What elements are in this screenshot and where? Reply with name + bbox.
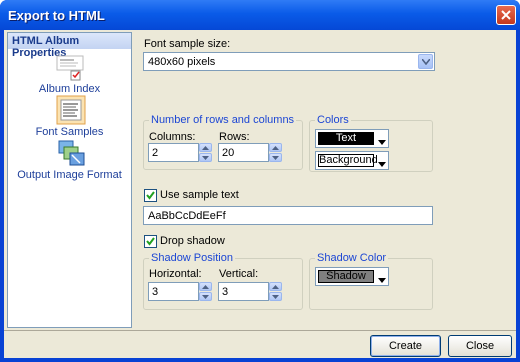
columns-input[interactable]: 2 xyxy=(148,143,199,162)
chevron-down-icon xyxy=(378,158,386,170)
window-title: Export to HTML xyxy=(8,8,105,23)
dialog-body: HTML Album Properties Album Index Font S… xyxy=(4,30,516,358)
background-color-swatch: Background xyxy=(318,154,378,167)
shadow-position-group-title: Shadow Position xyxy=(149,252,235,264)
vertical-value: 3 xyxy=(222,286,229,298)
use-sample-text-label[interactable]: Use sample text xyxy=(160,189,239,201)
sample-text-value: AaBbCcDdEeFf xyxy=(148,210,226,222)
horizontal-stepper[interactable] xyxy=(199,282,212,301)
horizontal-value: 3 xyxy=(152,286,159,298)
close-button[interactable]: Close xyxy=(448,335,512,357)
vertical-label: Vertical: xyxy=(219,268,259,280)
text-color-dropdown[interactable]: Text xyxy=(315,129,389,148)
increment-icon[interactable] xyxy=(269,282,282,291)
sample-text-input[interactable]: AaBbCcDdEeFf xyxy=(143,206,433,225)
footer-separator xyxy=(4,330,516,331)
shadow-color-group-title: Shadow Color xyxy=(315,252,389,264)
sidebar-header: HTML Album Properties xyxy=(8,33,131,59)
columns-label: Columns: xyxy=(149,131,196,143)
horizontal-label: Horizontal: xyxy=(149,268,202,280)
font-size-label: Font sample size: xyxy=(144,38,231,50)
album-index-icon xyxy=(56,55,84,84)
drop-shadow-checkbox[interactable] xyxy=(144,235,157,248)
rows-columns-group-title: Number of rows and columns xyxy=(149,114,297,126)
decrement-icon[interactable] xyxy=(269,153,282,162)
rows-input[interactable]: 20 xyxy=(218,143,269,162)
increment-icon[interactable] xyxy=(269,143,282,152)
columns-stepper[interactable] xyxy=(199,143,212,162)
output-format-icon xyxy=(58,139,86,170)
text-color-swatch: Text xyxy=(318,132,374,145)
use-sample-text-checkbox[interactable] xyxy=(144,189,157,202)
font-size-value: 480x60 pixels xyxy=(148,56,216,68)
sidebar-item-output-image-format[interactable]: Output Image Format xyxy=(8,139,131,183)
colors-group-title: Colors xyxy=(315,114,351,126)
chevron-down-icon xyxy=(378,274,386,286)
horizontal-input[interactable]: 3 xyxy=(148,282,199,301)
decrement-icon[interactable] xyxy=(199,292,212,301)
rows-stepper[interactable] xyxy=(269,143,282,162)
decrement-icon[interactable] xyxy=(269,292,282,301)
sidebar-item-label: Album Index xyxy=(38,83,101,95)
vertical-stepper[interactable] xyxy=(269,282,282,301)
export-dialog: Export to HTML HTML Album Properties Alb… xyxy=(0,0,520,362)
title-bar[interactable]: Export to HTML xyxy=(0,0,520,30)
chevron-down-icon xyxy=(378,136,386,148)
rows-label: Rows: xyxy=(219,131,250,143)
shadow-color-dropdown[interactable]: Shadow xyxy=(315,267,389,286)
shadow-color-swatch: Shadow xyxy=(318,270,374,283)
vertical-input[interactable]: 3 xyxy=(218,282,269,301)
close-window-button[interactable] xyxy=(496,5,516,25)
increment-icon[interactable] xyxy=(199,282,212,291)
create-button[interactable]: Create xyxy=(370,335,441,357)
rows-value: 20 xyxy=(222,147,235,159)
columns-value: 2 xyxy=(152,147,159,159)
sidebar: HTML Album Properties Album Index Font S… xyxy=(7,32,132,328)
font-samples-icon xyxy=(56,95,86,128)
font-size-dropdown[interactable]: 480x60 pixels xyxy=(143,52,435,71)
chevron-down-icon[interactable] xyxy=(418,54,433,69)
increment-icon[interactable] xyxy=(199,143,212,152)
decrement-icon[interactable] xyxy=(199,153,212,162)
drop-shadow-label[interactable]: Drop shadow xyxy=(160,235,225,247)
sidebar-item-label: Font Samples xyxy=(35,126,104,138)
sidebar-item-album-index[interactable]: Album Index xyxy=(8,53,131,95)
sidebar-item-font-samples[interactable]: Font Samples xyxy=(8,95,131,139)
background-color-dropdown[interactable]: Background xyxy=(315,151,389,170)
sidebar-item-label: Output Image Format xyxy=(17,169,122,181)
